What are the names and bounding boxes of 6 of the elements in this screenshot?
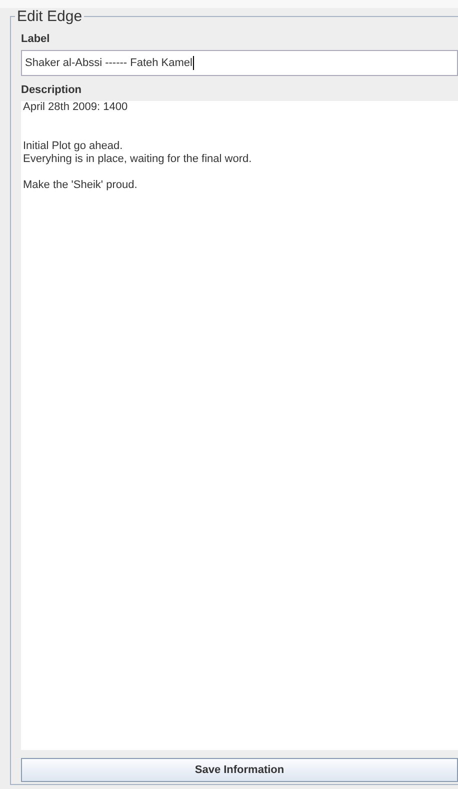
panel-title: Edit Edge	[16, 8, 84, 25]
label-caption: Label	[21, 33, 51, 45]
save-button[interactable]: Save Information	[21, 758, 458, 782]
description-caption: Description	[21, 84, 83, 96]
label-field[interactable]: Shaker al-Abssi ------ Fateh Kamel	[21, 50, 458, 76]
description-area[interactable]: April 28th 2009: 1400 Initial Plot go ahead. Everyhing is in place, waiting for the final word. Make the 'Sheik' proud.	[21, 101, 458, 750]
